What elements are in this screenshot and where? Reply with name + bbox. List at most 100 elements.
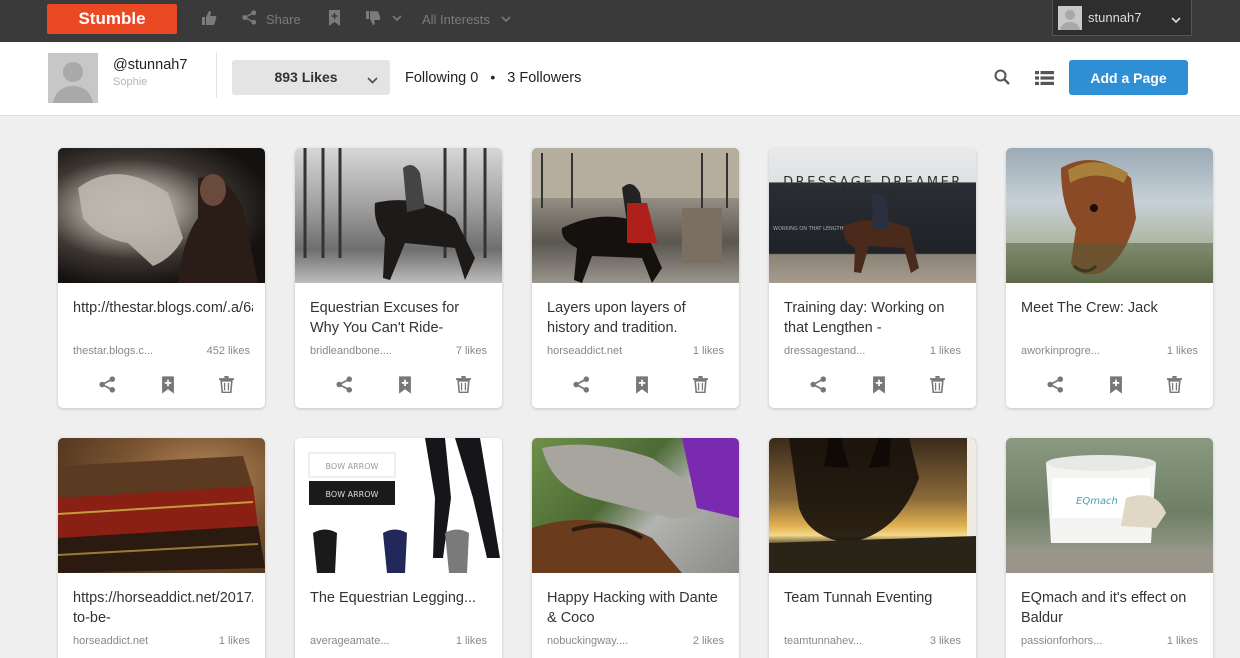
page-card[interactable]: DRESSAGE DREAMER WORKING ON THAT LENGTHEN… bbox=[769, 148, 976, 408]
bow-arrow-logo-text: BOW ARROW bbox=[326, 462, 379, 471]
trash-icon[interactable] bbox=[693, 376, 708, 398]
trash-icon[interactable] bbox=[930, 376, 945, 398]
card-thumbnail[interactable] bbox=[295, 148, 502, 283]
card-likes-count: 452 likes bbox=[206, 345, 250, 357]
card-title[interactable]: EQmach and it's effect on Baldur bbox=[1021, 588, 1201, 628]
share-icon[interactable] bbox=[242, 10, 257, 25]
card-domain[interactable]: bridleandbone.... bbox=[310, 345, 392, 357]
card-thumbnail[interactable] bbox=[58, 438, 265, 573]
search-icon[interactable] bbox=[994, 69, 1010, 90]
card-title[interactable]: Equestrian Excuses for Why You Can't Rid… bbox=[310, 298, 490, 338]
card-domain[interactable]: passionforhors... bbox=[1021, 635, 1102, 647]
card-domain[interactable]: horseaddict.net bbox=[73, 635, 148, 647]
save-bookmark-icon[interactable] bbox=[635, 376, 649, 399]
card-title[interactable]: Team Tunnah Eventing bbox=[784, 588, 964, 628]
profile-handle[interactable]: @stunnah7 bbox=[113, 57, 187, 73]
card-domain[interactable]: thestar.blogs.c... bbox=[73, 345, 153, 357]
bow-arrow-logo-dark-text: BOW ARROW bbox=[326, 490, 379, 499]
share-icon[interactable] bbox=[336, 376, 353, 398]
top-navigation-bar: Stumble Share All Interests stunnah7 bbox=[0, 0, 1240, 42]
trash-icon[interactable] bbox=[456, 376, 471, 398]
card-title[interactable]: https://horseaddict.net/2017/09/21/happy… bbox=[73, 588, 253, 628]
save-bookmark-icon[interactable] bbox=[1109, 376, 1123, 399]
card-likes-count: 1 likes bbox=[1166, 345, 1198, 357]
trash-icon[interactable] bbox=[1167, 376, 1182, 398]
card-domain[interactable]: horseaddict.net bbox=[547, 345, 622, 357]
stumble-logo-button[interactable]: Stumble bbox=[47, 4, 177, 34]
card-actions bbox=[769, 376, 976, 396]
card-thumbnail[interactable] bbox=[532, 438, 739, 573]
card-likes-count: 1 likes bbox=[929, 345, 961, 357]
card-title[interactable]: Training day: Working on that Lengthen - bbox=[784, 298, 964, 338]
save-bookmark-icon[interactable] bbox=[161, 376, 175, 399]
separator-dot: • bbox=[490, 69, 496, 85]
card-thumbnail[interactable] bbox=[58, 148, 265, 283]
followers-link[interactable]: 3 Followers bbox=[507, 70, 581, 86]
page-card[interactable]: https://horseaddict.net/2017/09/21/happy… bbox=[58, 438, 265, 658]
divider bbox=[216, 52, 217, 98]
page-card[interactable]: Team Tunnah Eventing teamtunnahev... 3 l… bbox=[769, 438, 976, 658]
card-title[interactable]: Meet The Crew: Jack bbox=[1021, 298, 1201, 338]
interests-chevron-icon[interactable] bbox=[501, 16, 511, 23]
card-thumbnail[interactable] bbox=[769, 438, 976, 573]
user-menu[interactable]: stunnah7 bbox=[1052, 0, 1192, 36]
card-domain[interactable]: nobuckingway.... bbox=[547, 635, 628, 647]
profile-avatar[interactable] bbox=[48, 53, 98, 103]
thumbs-up-icon[interactable] bbox=[201, 10, 217, 26]
card-domain[interactable]: teamtunnahev... bbox=[784, 635, 862, 647]
page-card[interactable]: Happy Hacking with Dante & Coco nobuckin… bbox=[532, 438, 739, 658]
save-bookmark-icon[interactable] bbox=[398, 376, 412, 399]
share-icon[interactable] bbox=[1047, 376, 1064, 398]
list-view-icon[interactable] bbox=[1035, 71, 1054, 90]
share-icon[interactable] bbox=[573, 376, 590, 398]
profile-name: Sophie bbox=[113, 76, 148, 88]
profile-header: @stunnah7 Sophie 893 Likes Following 0 • 3… bbox=[0, 42, 1240, 116]
save-bookmark-icon[interactable] bbox=[872, 376, 886, 399]
share-icon[interactable] bbox=[810, 376, 827, 398]
share-icon[interactable] bbox=[99, 376, 116, 398]
card-title[interactable]: http://thestar.blogs.com/.a/6a00d8341bf8… bbox=[73, 298, 253, 338]
add-a-page-button[interactable]: Add a Page bbox=[1069, 60, 1188, 95]
page-card[interactable]: Equestrian Excuses for Why You Can't Rid… bbox=[295, 148, 502, 408]
username-label: stunnah7 bbox=[1088, 10, 1142, 25]
card-likes-count: 1 likes bbox=[218, 635, 250, 647]
card-thumbnail[interactable]: EQmach bbox=[1006, 438, 1213, 573]
page-card[interactable]: Meet The Crew: Jack aworkinprogre... 1 l… bbox=[1006, 148, 1213, 408]
all-interests-dropdown[interactable]: All Interests bbox=[422, 12, 490, 27]
share-link[interactable]: Share bbox=[266, 12, 301, 27]
card-actions bbox=[295, 376, 502, 396]
card-likes-count: 1 likes bbox=[1166, 635, 1198, 647]
thumbs-down-icon[interactable] bbox=[365, 10, 381, 26]
page-card[interactable]: http://thestar.blogs.com/.a/6a00d8341bf8… bbox=[58, 148, 265, 408]
card-domain[interactable]: averageamate... bbox=[310, 635, 390, 647]
card-actions bbox=[1006, 376, 1213, 396]
trash-icon[interactable] bbox=[219, 376, 234, 398]
following-link[interactable]: Following 0 bbox=[405, 70, 478, 86]
save-bookmark-icon[interactable] bbox=[328, 10, 341, 26]
card-title[interactable]: Layers upon layers of history and tradit… bbox=[547, 298, 727, 338]
card-thumbnail[interactable]: BOW ARROW BOW ARROW bbox=[295, 438, 502, 573]
user-menu-chevron-icon bbox=[1171, 12, 1181, 27]
card-domain[interactable]: dressagestand... bbox=[784, 345, 865, 357]
likes-dropdown[interactable]: 893 Likes bbox=[232, 60, 390, 95]
page-card[interactable]: EQmach EQmach and it's effect on Baldur … bbox=[1006, 438, 1213, 658]
card-title[interactable]: The Equestrian Legging... bbox=[310, 588, 490, 628]
card-likes-count: 7 likes bbox=[455, 345, 487, 357]
card-actions bbox=[532, 376, 739, 396]
card-actions bbox=[58, 376, 265, 396]
chevron-down-icon[interactable] bbox=[392, 15, 402, 22]
page-card[interactable]: Layers upon layers of history and tradit… bbox=[532, 148, 739, 408]
card-thumbnail[interactable]: DRESSAGE DREAMER WORKING ON THAT LENGTHEN bbox=[769, 148, 976, 283]
card-likes-count: 1 likes bbox=[455, 635, 487, 647]
card-thumbnail[interactable] bbox=[532, 148, 739, 283]
card-likes-count: 3 likes bbox=[929, 635, 961, 647]
dressage-banner-text: DRESSAGE DREAMER bbox=[783, 175, 963, 190]
follow-stats: Following 0 • 3 Followers bbox=[405, 69, 581, 86]
chevron-down-icon bbox=[367, 72, 378, 88]
card-likes-count: 1 likes bbox=[692, 345, 724, 357]
page-card[interactable]: BOW ARROW BOW ARROW The Equestrian Leggin… bbox=[295, 438, 502, 658]
likes-count-label: 893 Likes bbox=[274, 69, 338, 85]
card-thumbnail[interactable] bbox=[1006, 148, 1213, 283]
card-title[interactable]: Happy Hacking with Dante & Coco bbox=[547, 588, 727, 628]
card-domain[interactable]: aworkinprogre... bbox=[1021, 345, 1100, 357]
